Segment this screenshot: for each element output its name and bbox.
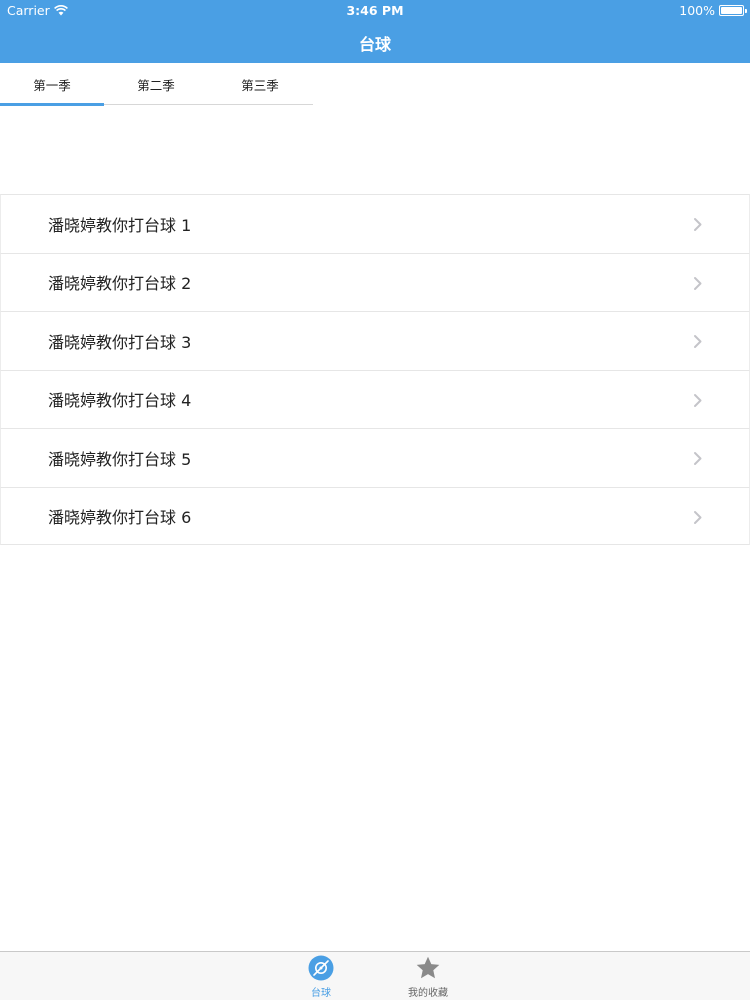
chevron-right-icon	[694, 218, 702, 231]
list-item[interactable]: 潘晓婷教你打台球 4	[0, 369, 750, 428]
chevron-right-icon	[694, 335, 702, 348]
list-item-label: 潘晓婷教你打台球 4	[48, 391, 192, 411]
tab-bar-item-favorites[interactable]: 我的收藏	[388, 955, 468, 999]
status-battery: 100%	[679, 3, 747, 18]
tab-bar-label: 台球	[311, 988, 331, 999]
page-title: 台球	[358, 35, 391, 54]
billiards-icon	[308, 955, 334, 981]
list-item[interactable]: 潘晓婷教你打台球 5	[0, 428, 750, 487]
tab-bar-label: 我的收藏	[408, 988, 448, 999]
list-item-label: 潘晓婷教你打台球 1	[48, 215, 192, 235]
list-item-label: 潘晓婷教你打台球 6	[48, 507, 192, 527]
tab-bar-item-billiards[interactable]: 台球	[281, 955, 361, 999]
tab-bar: 台球 我的收藏	[0, 951, 750, 1000]
status-time: 3:46 PM	[346, 3, 404, 18]
chevron-right-icon	[694, 393, 702, 407]
navigation-header: Carrier 3:46 PM 100% 台球	[0, 0, 750, 63]
tab-season-1[interactable]: 第一季	[0, 63, 104, 106]
list-item[interactable]: 潘晓婷教你打台球 2	[0, 252, 750, 311]
season-tabs: 第一季 第二季 第三季	[0, 63, 313, 106]
list-item-label: 潘晓婷教你打台球 5	[48, 449, 192, 469]
chevron-right-icon	[694, 452, 702, 465]
episode-list: 潘晓婷教你打台球 1 潘晓婷教你打台球 2 潘晓婷教你打台球 3 潘晓婷教你打台…	[0, 194, 750, 545]
battery-icon	[719, 5, 747, 16]
status-bar: Carrier 3:46 PM 100%	[0, 0, 750, 22]
chevron-right-icon	[694, 510, 702, 524]
tab-season-2[interactable]: 第二季	[104, 63, 208, 105]
list-item-label: 潘晓婷教你打台球 2	[48, 274, 192, 294]
star-icon	[416, 956, 440, 979]
list-item[interactable]: 潘晓婷教你打台球 3	[0, 311, 750, 370]
list-item[interactable]: 潘晓婷教你打台球 1	[0, 194, 750, 253]
battery-percent: 100%	[679, 3, 715, 18]
list-item-label: 潘晓婷教你打台球 3	[48, 332, 192, 352]
list-item[interactable]: 潘晓婷教你打台球 6	[0, 486, 750, 545]
tab-season-3[interactable]: 第三季	[208, 63, 312, 105]
chevron-right-icon	[694, 276, 702, 290]
